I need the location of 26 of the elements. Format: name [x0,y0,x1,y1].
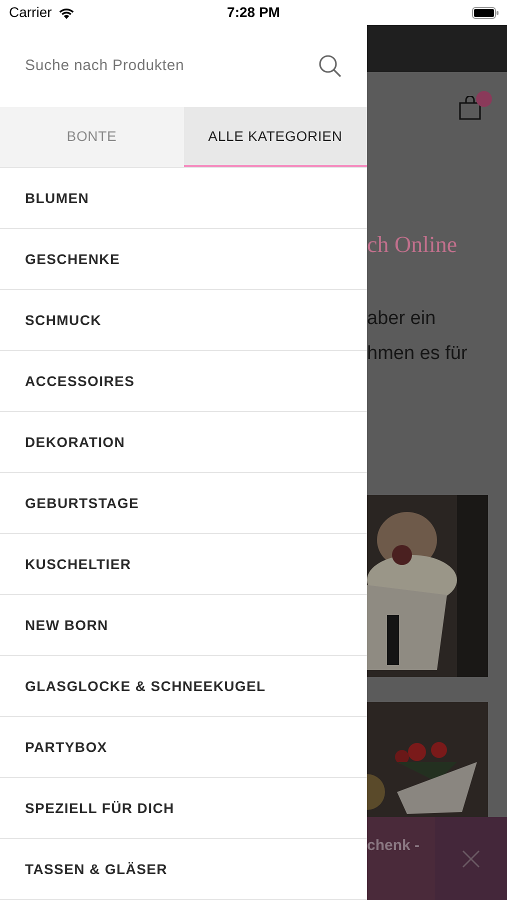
cart-badge [476,91,492,107]
category-item[interactable]: GLASGLOCKE & SCHNEEKUGEL [25,676,266,696]
category-item[interactable]: PARTYBOX [25,736,108,758]
body-text: aber ein [367,306,437,330]
wifi-icon [58,6,75,18]
banner-text: chenk - [367,836,420,856]
category-item[interactable]: DEKORATION [25,432,126,452]
category-item[interactable]: TASSEN & GLÄSER [25,858,168,880]
category-item[interactable]: SPEZIELL FÜR DICH [25,798,174,818]
status-time: 7:28 PM [227,3,280,22]
close-icon [462,850,480,868]
category-tab[interactable]: ALLE KATEGORIEN [184,107,367,167]
category-item[interactable]: SCHMUCK [25,310,102,330]
carrier-name: Carrier [9,3,52,22]
battery-icon [472,7,499,19]
search-icon[interactable] [318,54,342,78]
category-item[interactable]: GEBURTSTAGE [25,492,139,514]
category-item[interactable]: BLUMEN [25,188,90,208]
shopping-bag-icon[interactable] [459,96,481,120]
category-item[interactable]: ACCESSOIRES [25,370,135,392]
category-item[interactable]: KUSCHELTIER [25,554,132,574]
search-field[interactable]: Suche nach Produkten [25,54,285,78]
page-headline: ch Online [367,231,458,259]
category-item[interactable]: GESCHENKE [25,248,120,270]
body-text: hmen es für [367,342,468,366]
category-item[interactable]: NEW BORN [25,614,108,636]
